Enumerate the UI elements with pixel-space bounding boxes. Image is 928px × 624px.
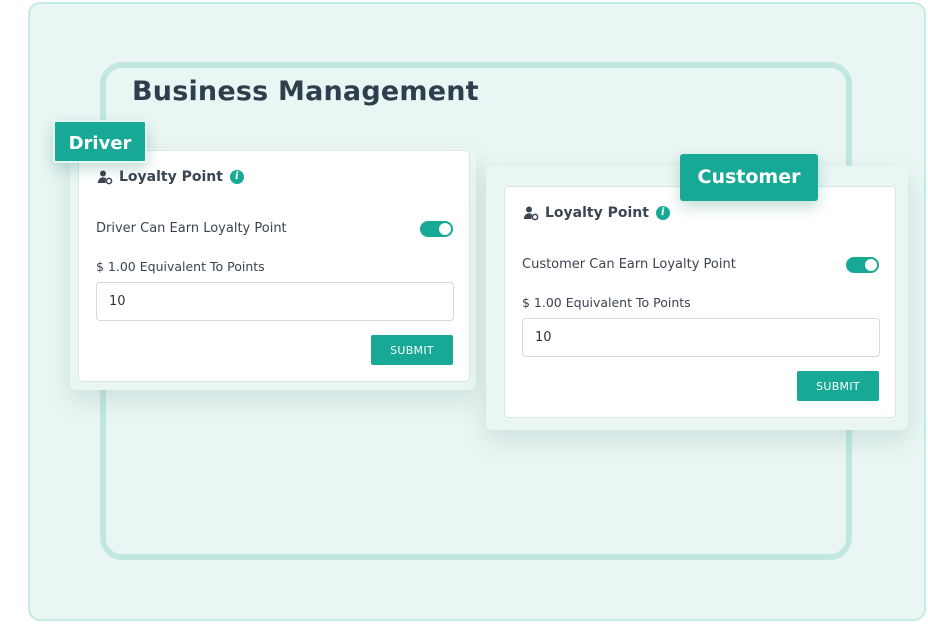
card-header: Loyalty Point i — [97, 169, 244, 185]
toggle-knob — [865, 259, 877, 271]
card-header: Loyalty Point i — [523, 205, 670, 221]
toggle-knob — [439, 223, 451, 235]
page-title: Business Management — [132, 76, 479, 107]
customer-tag: Customer — [680, 154, 818, 201]
driver-earn-label: Driver Can Earn Loyalty Point — [96, 221, 287, 236]
driver-equivalent-label: $ 1.00 Equivalent To Points — [96, 259, 265, 274]
user-gear-icon — [97, 170, 113, 185]
info-icon[interactable]: i — [229, 170, 244, 184]
driver-earn-toggle[interactable] — [420, 221, 453, 237]
customer-submit-button[interactable]: SUBMIT — [797, 371, 879, 401]
card-title: Loyalty Point — [119, 169, 223, 185]
driver-loyalty-card: Loyalty Point i Driver Can Earn Loyalty … — [78, 150, 470, 382]
customer-loyalty-card: Loyalty Point i Customer Can Earn Loyalt… — [504, 186, 896, 418]
driver-tag: Driver — [53, 120, 147, 163]
customer-earn-toggle[interactable] — [846, 257, 879, 273]
card-title: Loyalty Point — [545, 205, 649, 221]
customer-points-input[interactable] — [522, 318, 880, 357]
driver-submit-button[interactable]: SUBMIT — [371, 335, 453, 365]
info-icon[interactable]: i — [655, 206, 670, 220]
user-gear-icon — [523, 206, 539, 221]
customer-equivalent-label: $ 1.00 Equivalent To Points — [522, 295, 691, 310]
customer-earn-label: Customer Can Earn Loyalty Point — [522, 257, 736, 272]
driver-points-input[interactable] — [96, 282, 454, 321]
